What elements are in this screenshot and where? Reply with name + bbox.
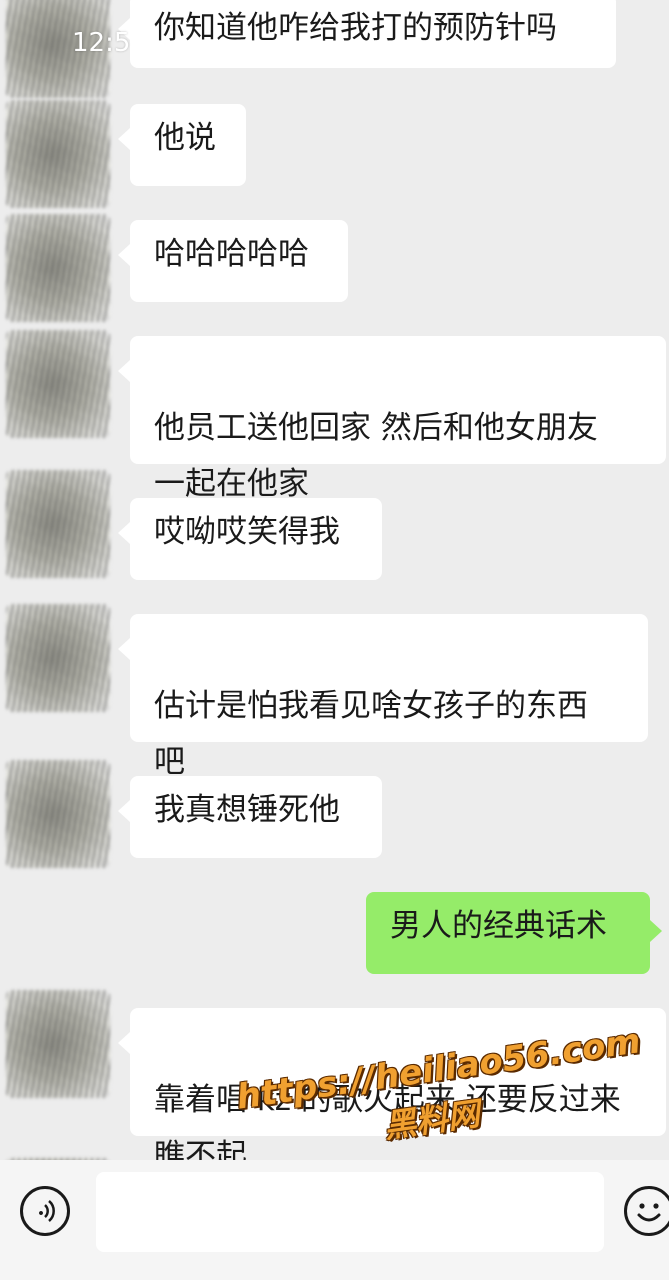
- incoming-message[interactable]: 我真想锤死他: [118, 776, 382, 858]
- contact-avatar[interactable]: [6, 100, 110, 208]
- voice-icon[interactable]: [20, 1186, 70, 1236]
- contact-avatar[interactable]: [6, 330, 110, 438]
- message-text: 估计是怕我看见啥女孩子的东西 吧: [154, 688, 588, 780]
- emoji-icon[interactable]: [624, 1186, 669, 1236]
- message-text: 男人的经典话术: [390, 908, 607, 944]
- message-text: 我真想锤死他: [154, 792, 340, 828]
- voice-icon-glyph: [39, 1200, 55, 1222]
- incoming-message[interactable]: 你知道他咋给我打的预防针吗: [118, 0, 616, 68]
- message-input[interactable]: [96, 1172, 604, 1252]
- incoming-message[interactable]: 他员工送他回家 然后和他女朋友 一起在他家: [118, 336, 666, 502]
- incoming-message[interactable]: 他说: [118, 104, 246, 186]
- chat-input-bar: [0, 1160, 669, 1280]
- message-text: 哈哈哈哈哈: [154, 236, 309, 272]
- outgoing-message[interactable]: 男人的经典话术: [366, 892, 662, 974]
- status-bar-time: 12:5: [72, 28, 131, 58]
- contact-avatar[interactable]: [6, 604, 110, 712]
- contact-avatar[interactable]: [6, 214, 110, 322]
- message-text: 他说: [154, 120, 216, 156]
- message-text: 哎呦哎笑得我: [154, 514, 340, 550]
- emoji-icon-glyph: [637, 1203, 661, 1222]
- contact-avatar[interactable]: [6, 990, 110, 1098]
- incoming-message[interactable]: 哈哈哈哈哈: [118, 220, 348, 302]
- incoming-message[interactable]: 估计是怕我看见啥女孩子的东西 吧: [118, 614, 648, 780]
- message-text: 他员工送他回家 然后和他女朋友 一起在他家: [154, 410, 598, 502]
- incoming-message[interactable]: 哎呦哎笑得我: [118, 498, 382, 580]
- chat-screen: 12:5 你知道他咋给我打的预防针吗 他说 哈哈哈哈哈 他员工送他回家 然后和他…: [0, 0, 669, 1280]
- contact-avatar[interactable]: [6, 470, 110, 578]
- contact-avatar[interactable]: [6, 760, 110, 868]
- message-text: 你知道他咋给我打的预防针吗: [154, 10, 557, 46]
